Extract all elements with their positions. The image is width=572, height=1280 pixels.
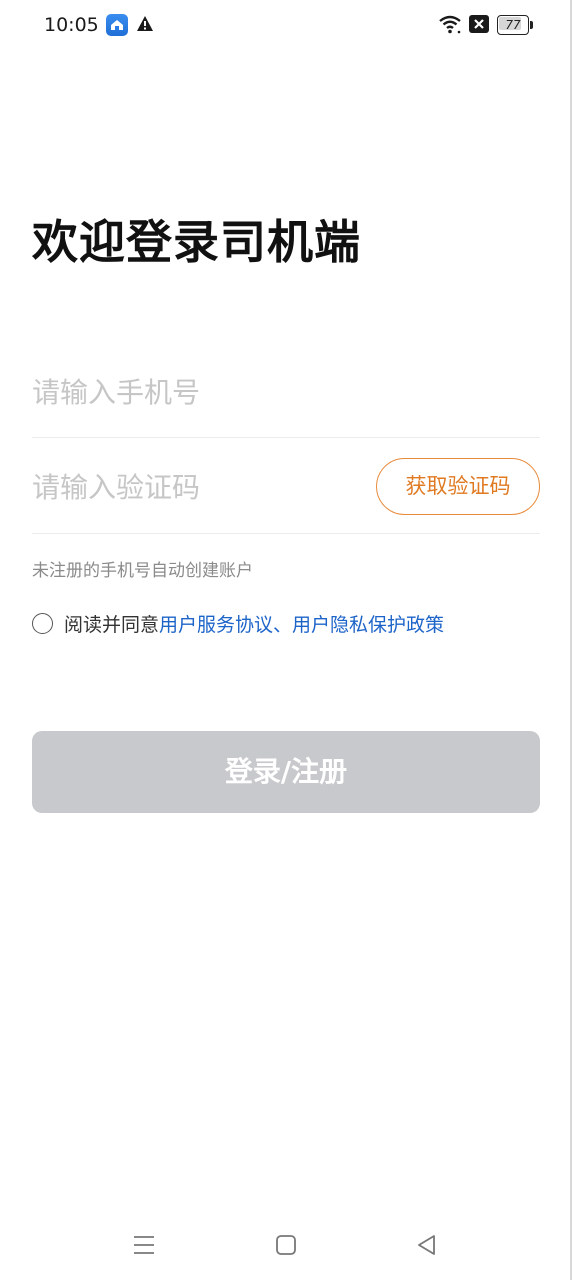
verification-code-input[interactable] <box>32 457 362 517</box>
agreement-row: 阅读并同意 用户服务协议 、 用户隐私保护政策 <box>32 608 444 638</box>
login-register-button[interactable]: 登录/注册 <box>32 731 540 813</box>
login-screen: 10:05 77 欢迎登录司机端 请输入手机号 请输入验证码 获取验证码 未注册… <box>0 0 572 1280</box>
status-time: 10:05 <box>44 14 99 36</box>
app-notification-icon <box>106 14 128 36</box>
agreement-separator: 、 <box>273 613 293 636</box>
user-service-agreement-link[interactable]: 用户服务协议 <box>159 610 273 637</box>
privacy-policy-link[interactable]: 用户隐私保护政策 <box>292 610 444 637</box>
agree-radio-button[interactable] <box>32 612 53 634</box>
menu-icon[interactable] <box>133 1235 155 1259</box>
page-title: 欢迎登录司机端 <box>32 215 361 269</box>
battery-cap <box>530 21 533 29</box>
phone-input[interactable] <box>32 362 540 422</box>
close-box-icon <box>469 15 489 37</box>
battery-icon: 77 <box>497 15 533 35</box>
back-icon[interactable] <box>416 1234 438 1260</box>
agreement-prefix: 阅读并同意 <box>64 613 160 636</box>
status-bar: 10:05 77 <box>0 0 572 52</box>
get-code-button[interactable]: 获取验证码 <box>376 458 540 515</box>
battery-level: 77 <box>505 18 521 32</box>
auto-register-hint: 未注册的手机号自动创建账户 <box>32 561 253 581</box>
code-row: 获取验证码 <box>32 438 540 534</box>
home-icon[interactable] <box>275 1235 297 1259</box>
phone-row <box>32 344 540 438</box>
warning-icon <box>136 15 154 37</box>
wifi-icon <box>438 14 462 40</box>
